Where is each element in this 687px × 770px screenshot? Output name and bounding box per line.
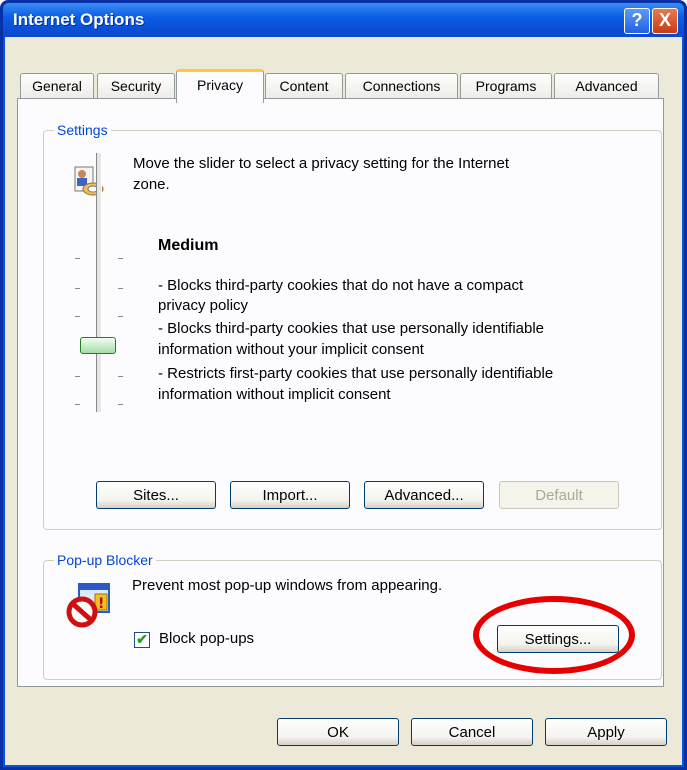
block-popups-checkbox[interactable]: ✔ bbox=[134, 632, 150, 648]
slider-tick bbox=[118, 258, 123, 259]
privacy-slider[interactable] bbox=[96, 252, 102, 412]
tab-advanced[interactable]: Advanced bbox=[554, 73, 659, 99]
settings-group-label: Settings bbox=[54, 122, 111, 138]
popup-blocker-icon: ! bbox=[65, 582, 117, 630]
block-popups-label[interactable]: Block pop-ups bbox=[159, 629, 254, 649]
slider-tick bbox=[118, 404, 123, 405]
tab-connections[interactable]: Connections bbox=[345, 73, 458, 99]
window-title: Internet Options bbox=[13, 10, 145, 29]
slider-tick bbox=[75, 404, 80, 405]
slider-tick bbox=[118, 288, 123, 289]
tab-security[interactable]: Security bbox=[97, 73, 175, 99]
privacy-desc-line: information without your implicit consen… bbox=[158, 341, 424, 358]
privacy-desc-line: - Blocks third-party cookies that do not… bbox=[158, 277, 524, 294]
slider-tick bbox=[118, 316, 123, 317]
tab-privacy[interactable]: Privacy bbox=[176, 69, 264, 103]
tab-general[interactable]: General bbox=[20, 73, 94, 99]
slider-tick bbox=[75, 376, 80, 377]
help-button[interactable]: ? bbox=[624, 8, 650, 34]
privacy-intro-line-1: Move the slider to select a privacy sett… bbox=[133, 155, 510, 172]
highlight-circle bbox=[473, 596, 635, 674]
svg-text:!: ! bbox=[98, 596, 104, 612]
tab-programs[interactable]: Programs bbox=[460, 73, 552, 99]
slider-tick bbox=[75, 316, 80, 317]
slider-tick bbox=[118, 376, 123, 377]
import-button[interactable]: Import... bbox=[230, 481, 350, 509]
title-bar[interactable]: Internet Options ? X bbox=[3, 3, 684, 37]
close-button[interactable]: X bbox=[652, 8, 678, 34]
default-button[interactable]: Default bbox=[499, 481, 619, 509]
slider-tick bbox=[75, 288, 80, 289]
privacy-desc-line: privacy policy bbox=[158, 297, 249, 314]
privacy-intro-line-2: zone. bbox=[133, 176, 170, 193]
privacy-slider-thumb[interactable] bbox=[80, 337, 116, 354]
ok-button[interactable]: OK bbox=[277, 718, 399, 746]
privacy-desc-line: information without implicit consent bbox=[158, 386, 391, 403]
slider-tick bbox=[75, 258, 80, 259]
tab-content[interactable]: Content bbox=[265, 73, 343, 99]
apply-button[interactable]: Apply bbox=[545, 718, 667, 746]
privacy-desc-line: - Restricts first-party cookies that use… bbox=[158, 365, 554, 382]
sites-button[interactable]: Sites... bbox=[96, 481, 216, 509]
privacy-desc-line: - Blocks third-party cookies that use pe… bbox=[158, 320, 545, 337]
popup-blocker-description: Prevent most pop-up windows from appeari… bbox=[132, 577, 443, 594]
cancel-button[interactable]: Cancel bbox=[411, 718, 533, 746]
popup-blocker-group-label: Pop-up Blocker bbox=[54, 552, 156, 568]
privacy-level-title: Medium bbox=[158, 237, 219, 254]
advanced-button[interactable]: Advanced... bbox=[364, 481, 484, 509]
